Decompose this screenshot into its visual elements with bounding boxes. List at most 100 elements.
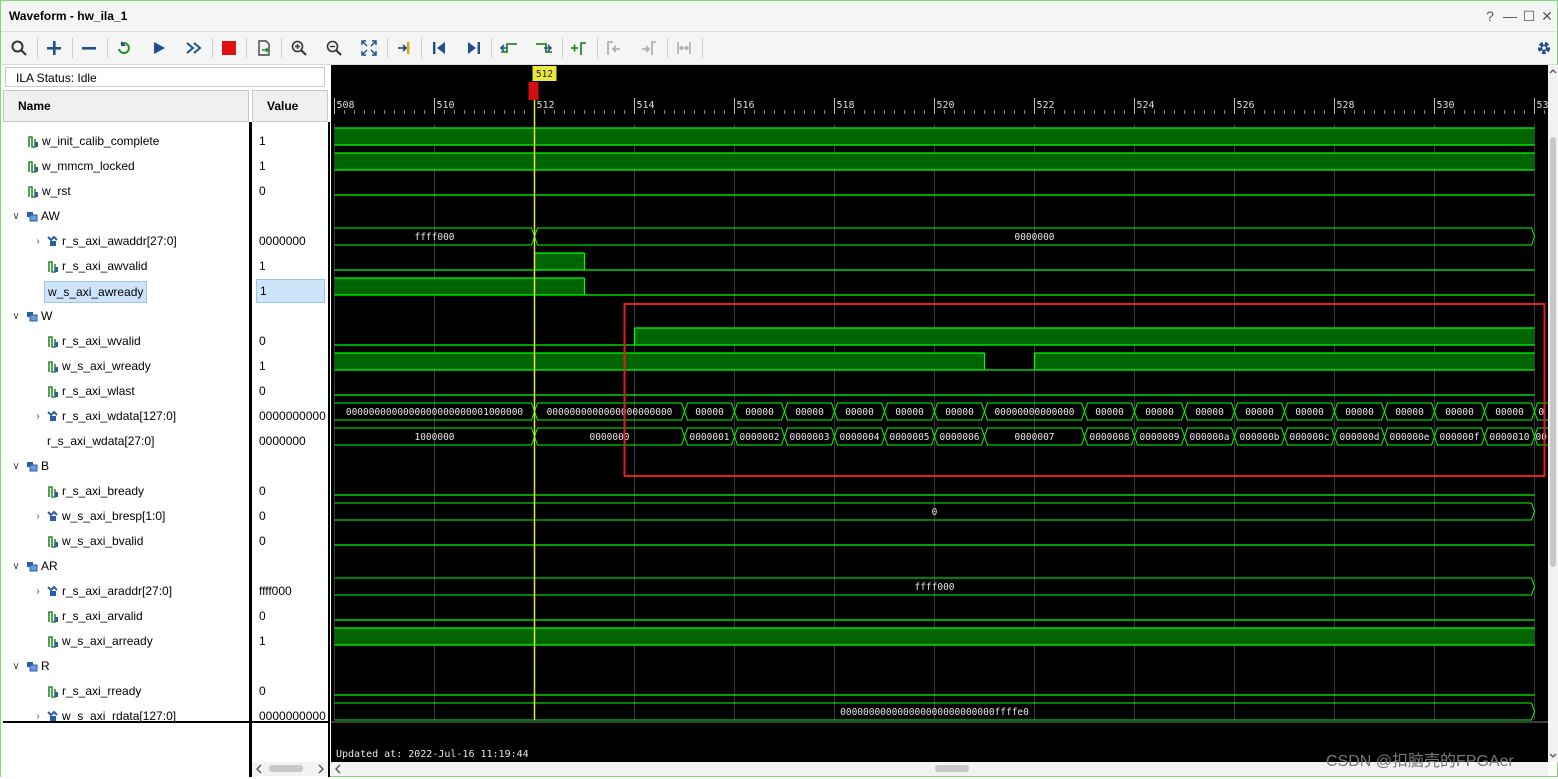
signal-row-w-s-axi-bvalid[interactable]: w_s_axi_bvalid	[3, 529, 249, 554]
group-row-aw[interactable]: ∨ AW	[3, 204, 249, 229]
go-to-start-icon[interactable]	[426, 36, 452, 60]
signal-row-w-init-calib-complete[interactable]: w_init_calib_complete	[3, 129, 249, 154]
remove-icon[interactable]	[76, 36, 102, 60]
wave-high-fill	[334, 128, 1535, 145]
collapse-caret-icon[interactable]: ∨	[11, 204, 21, 229]
add-marker-icon[interactable]	[566, 36, 592, 60]
axis-tick-label: 514	[637, 100, 655, 111]
signal-row-r-s-axi-rready[interactable]: r_s_axi_rready	[3, 679, 249, 704]
signal-row-r-s-axi-awvalid[interactable]: r_s_axi_awvalid	[3, 254, 249, 279]
settings-icon[interactable]	[1531, 36, 1557, 60]
stop-icon[interactable]	[216, 36, 242, 60]
group-icon	[27, 662, 38, 672]
minimize-icon[interactable]: —	[1501, 6, 1519, 26]
bus-value-label: 00000	[1495, 407, 1524, 418]
zoom-in-icon[interactable]	[286, 36, 312, 60]
bit-signal-icon	[28, 136, 38, 148]
next-transition-icon[interactable]	[531, 36, 557, 60]
signal-name: r_s_axi_bready	[62, 484, 145, 498]
expand-caret-icon[interactable]: ›	[33, 229, 43, 254]
value-column-scrollbar[interactable]	[252, 762, 328, 776]
group-row-w[interactable]: ∨ W	[3, 304, 249, 329]
zoom-fit-icon[interactable]	[356, 36, 382, 60]
bus-value-label: 0000006	[939, 432, 979, 443]
signal-row-r-s-axi-wlast[interactable]: r_s_axi_wlast	[3, 379, 249, 404]
previous-transition-icon[interactable]	[496, 36, 522, 60]
group-row-ar[interactable]: ∨ AR	[3, 554, 249, 579]
signal-name: r_s_axi_araddr[27:0]	[62, 584, 173, 598]
next-marker-icon[interactable]	[636, 36, 662, 60]
bus-value-label: 000000d	[1339, 432, 1379, 443]
bus-value-label: 0000005	[889, 432, 929, 443]
signal-name: w_s_axi_wready	[62, 359, 151, 373]
go-to-end-icon[interactable]	[461, 36, 487, 60]
signal-name: w_s_axi_arready	[62, 634, 153, 648]
signal-row-r-s-axi-bready[interactable]: r_s_axi_bready	[3, 479, 249, 504]
signal-row-r-s-axi-wdata-127-0[interactable]: › r_s_axi_wdata[127:0]	[3, 404, 249, 429]
signal-row-r-s-axi-wdata-27-0[interactable]: r_s_axi_wdata[27:0]	[3, 429, 249, 454]
run-trigger-icon[interactable]	[146, 36, 172, 60]
bus-value-label: 0000003	[789, 432, 829, 443]
maximize-icon[interactable]: ☐	[1520, 6, 1538, 26]
previous-marker-icon[interactable]	[601, 36, 627, 60]
signal-value	[259, 654, 328, 679]
signal-row-r-s-axi-araddr-27-0[interactable]: › r_s_axi_araddr[27:0]	[3, 579, 249, 604]
collapse-caret-icon[interactable]: ∨	[11, 654, 21, 679]
collapse-caret-icon[interactable]: ∨	[11, 454, 21, 479]
zoom-out-icon[interactable]	[321, 36, 347, 60]
signal-row-r-s-axi-wvalid[interactable]: r_s_axi_wvalid	[3, 329, 249, 354]
signal-row-w-s-axi-awready[interactable]: w_s_axi_awready	[3, 279, 249, 304]
bit-signal-icon	[48, 361, 58, 373]
group-icon	[27, 562, 38, 572]
signal-name: AW	[41, 209, 60, 223]
signal-value	[259, 554, 328, 579]
waveform-vertical-scrollbar[interactable]	[1548, 65, 1558, 762]
waveform-view[interactable]: 508 510 512 514 516 518 520 522 524 526 528 530 53 ff…	[331, 65, 1548, 762]
bus-value-label: 000000b	[1239, 432, 1279, 443]
signal-row-w-mmcm-locked[interactable]: w_mmcm_locked	[3, 154, 249, 179]
search-icon[interactable]	[6, 36, 32, 60]
wave-high-fill	[334, 278, 585, 295]
signal-row-w-rst[interactable]: w_rst	[3, 179, 249, 204]
signal-value: 0	[259, 334, 266, 348]
close-icon[interactable]: ✕	[1538, 6, 1556, 26]
refresh-icon[interactable]	[111, 36, 137, 60]
signal-row-w-s-axi-wready[interactable]: w_s_axi_wready	[3, 354, 249, 379]
signal-value: 1	[259, 259, 266, 273]
go-to-cursor-icon[interactable]	[391, 36, 417, 60]
signal-value: ffff000	[259, 584, 292, 598]
bus-value-label: 1000000	[414, 432, 454, 443]
axis-tick-label: 518	[837, 100, 855, 111]
bus-signal-icon	[47, 235, 58, 246]
signal-row-r-s-axi-arvalid[interactable]: r_s_axi_arvalid	[3, 604, 249, 629]
bus-value-label: ffff000	[414, 232, 454, 243]
signal-value: 0	[259, 509, 266, 523]
group-row-b[interactable]: ∨ B	[3, 454, 249, 479]
signal-row-w-s-axi-arready[interactable]: w_s_axi_arready	[3, 629, 249, 654]
collapse-caret-icon[interactable]: ∨	[11, 304, 21, 329]
bus-value-label: 0000002	[739, 432, 779, 443]
signal-value: 1	[259, 159, 266, 173]
expand-caret-icon[interactable]: ›	[33, 579, 43, 604]
updated-timestamp: Updated at: 2022-Jul-16 11:19:44	[336, 749, 529, 760]
signal-row-w-s-axi-bresp-1-0[interactable]: › w_s_axi_bresp[1:0]	[3, 504, 249, 529]
group-row-r[interactable]: ∨ R	[3, 654, 249, 679]
toolbar	[1, 32, 1557, 65]
help-icon[interactable]: ?	[1481, 6, 1499, 26]
expand-caret-icon[interactable]: ›	[33, 404, 43, 429]
signal-value: 0000000	[259, 234, 306, 248]
bus-value-label: 000000a	[1189, 432, 1229, 443]
bus-value-label: 000000000000000000000000000ffffe0	[840, 707, 1029, 718]
expand-caret-icon[interactable]: ›	[33, 504, 43, 529]
signal-value: 1	[259, 359, 266, 373]
signal-name: r_s_axi_wlast	[62, 384, 135, 398]
cursor-handle	[528, 82, 539, 100]
swap-cursors-icon[interactable]	[671, 36, 697, 60]
add-icon[interactable]	[41, 36, 67, 60]
export-icon[interactable]	[251, 36, 277, 60]
run-continuous-icon[interactable]	[181, 36, 207, 60]
collapse-caret-icon[interactable]: ∨	[11, 554, 21, 579]
signal-row-r-s-axi-awaddr-27-0[interactable]: › r_s_axi_awaddr[27:0]	[3, 229, 249, 254]
name-column-header[interactable]: Name	[3, 90, 249, 122]
value-column-header[interactable]: Value	[252, 90, 328, 122]
